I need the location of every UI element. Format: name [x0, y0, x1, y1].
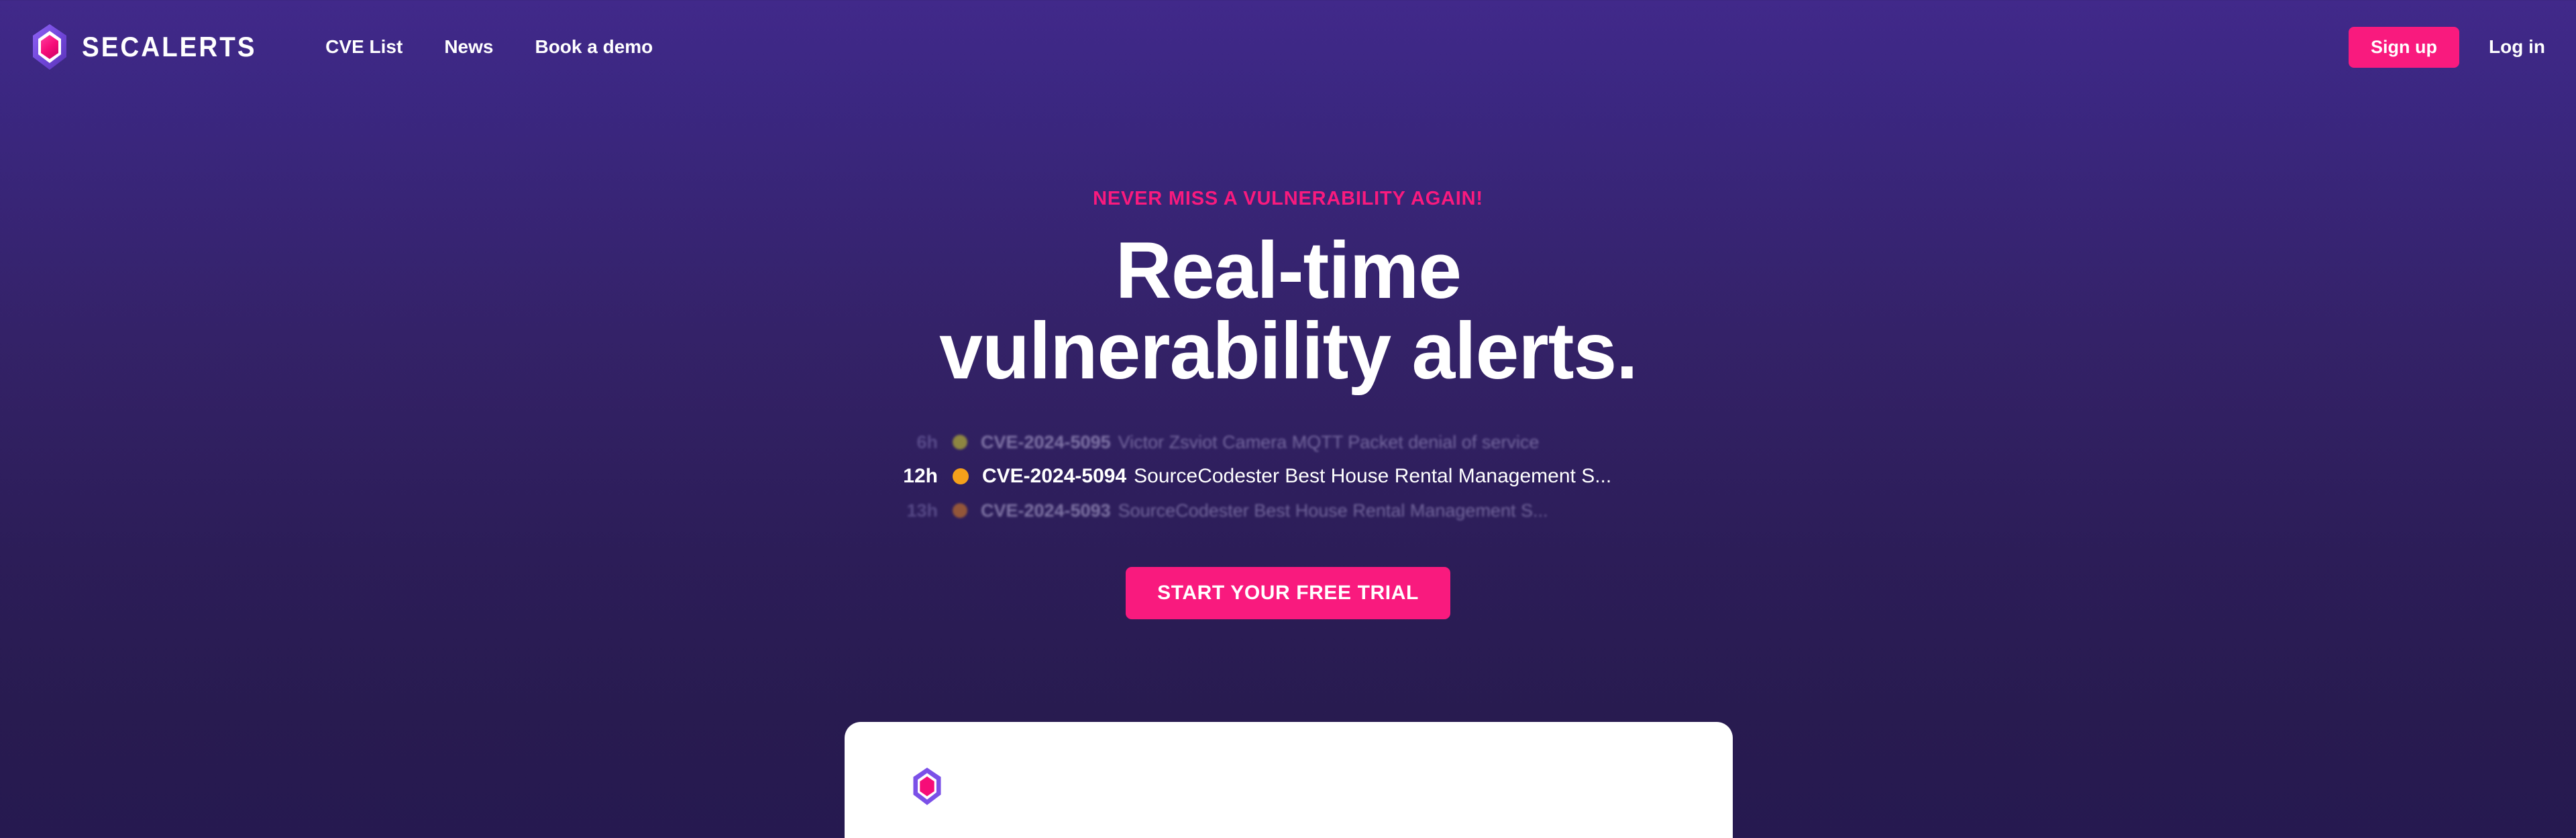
headline-line-1: Real-time: [1115, 225, 1461, 315]
nav-link-book-a-demo[interactable]: Book a demo: [535, 36, 653, 58]
cve-ticker-list: 6h CVE-2024-5095 Victor Zsviot Camera MQ…: [872, 426, 1704, 527]
severity-dot-icon: [953, 503, 967, 518]
nav-link-cve-list[interactable]: CVE List: [325, 36, 402, 58]
product-preview-card: [845, 722, 1733, 838]
start-free-trial-button[interactable]: START YOUR FREE TRIAL: [1126, 567, 1450, 619]
hero-eyebrow: NEVER MISS A VULNERABILITY AGAIN!: [1093, 188, 1483, 209]
cve-id: CVE-2024-5095: [981, 431, 1111, 452]
headline-line-2: vulnerability alerts.: [938, 306, 1638, 396]
secalerts-shield-icon: [912, 768, 1733, 805]
nav-account-actions: Sign up Log in: [2349, 26, 2545, 68]
log-in-link[interactable]: Log in: [2489, 36, 2545, 58]
cve-title: Victor Zsviot Camera MQTT Packet denial …: [1118, 431, 1540, 452]
top-navigation-bar: SECALERTS CVE List News Book a demo Sign…: [0, 0, 2576, 94]
cve-id: CVE-2024-5093: [981, 500, 1111, 521]
cve-ticker-row[interactable]: 12h CVE-2024-5094 SourceCodester Best Ho…: [872, 458, 1704, 494]
secalerts-shield-icon: [31, 24, 68, 70]
cve-title: SourceCodester Best House Rental Managem…: [1134, 465, 1612, 487]
severity-dot-icon: [953, 435, 967, 450]
cve-id: CVE-2024-5094: [982, 465, 1127, 487]
nav-link-news[interactable]: News: [444, 36, 493, 58]
severity-dot-icon: [953, 468, 969, 484]
cve-age: 13h: [906, 500, 938, 521]
cve-title: SourceCodester Best House Rental Managem…: [1118, 500, 1548, 521]
cve-ticker-row[interactable]: 13h CVE-2024-5093 SourceCodester Best Ho…: [872, 494, 1704, 527]
cve-age: 12h: [903, 465, 938, 487]
hero-section: NEVER MISS A VULNERABILITY AGAIN! Real-t…: [0, 94, 2576, 619]
sign-up-button[interactable]: Sign up: [2349, 26, 2460, 68]
cve-ticker-row[interactable]: 6h CVE-2024-5095 Victor Zsviot Camera MQ…: [872, 426, 1704, 458]
page-title: Real-time vulnerability alerts.: [939, 230, 1638, 391]
nav-links: CVE List News Book a demo: [325, 36, 653, 58]
cve-age: 6h: [916, 431, 938, 452]
brand-logo-link[interactable]: SECALERTS: [31, 24, 272, 70]
brand-name: SECALERTS: [82, 31, 257, 62]
